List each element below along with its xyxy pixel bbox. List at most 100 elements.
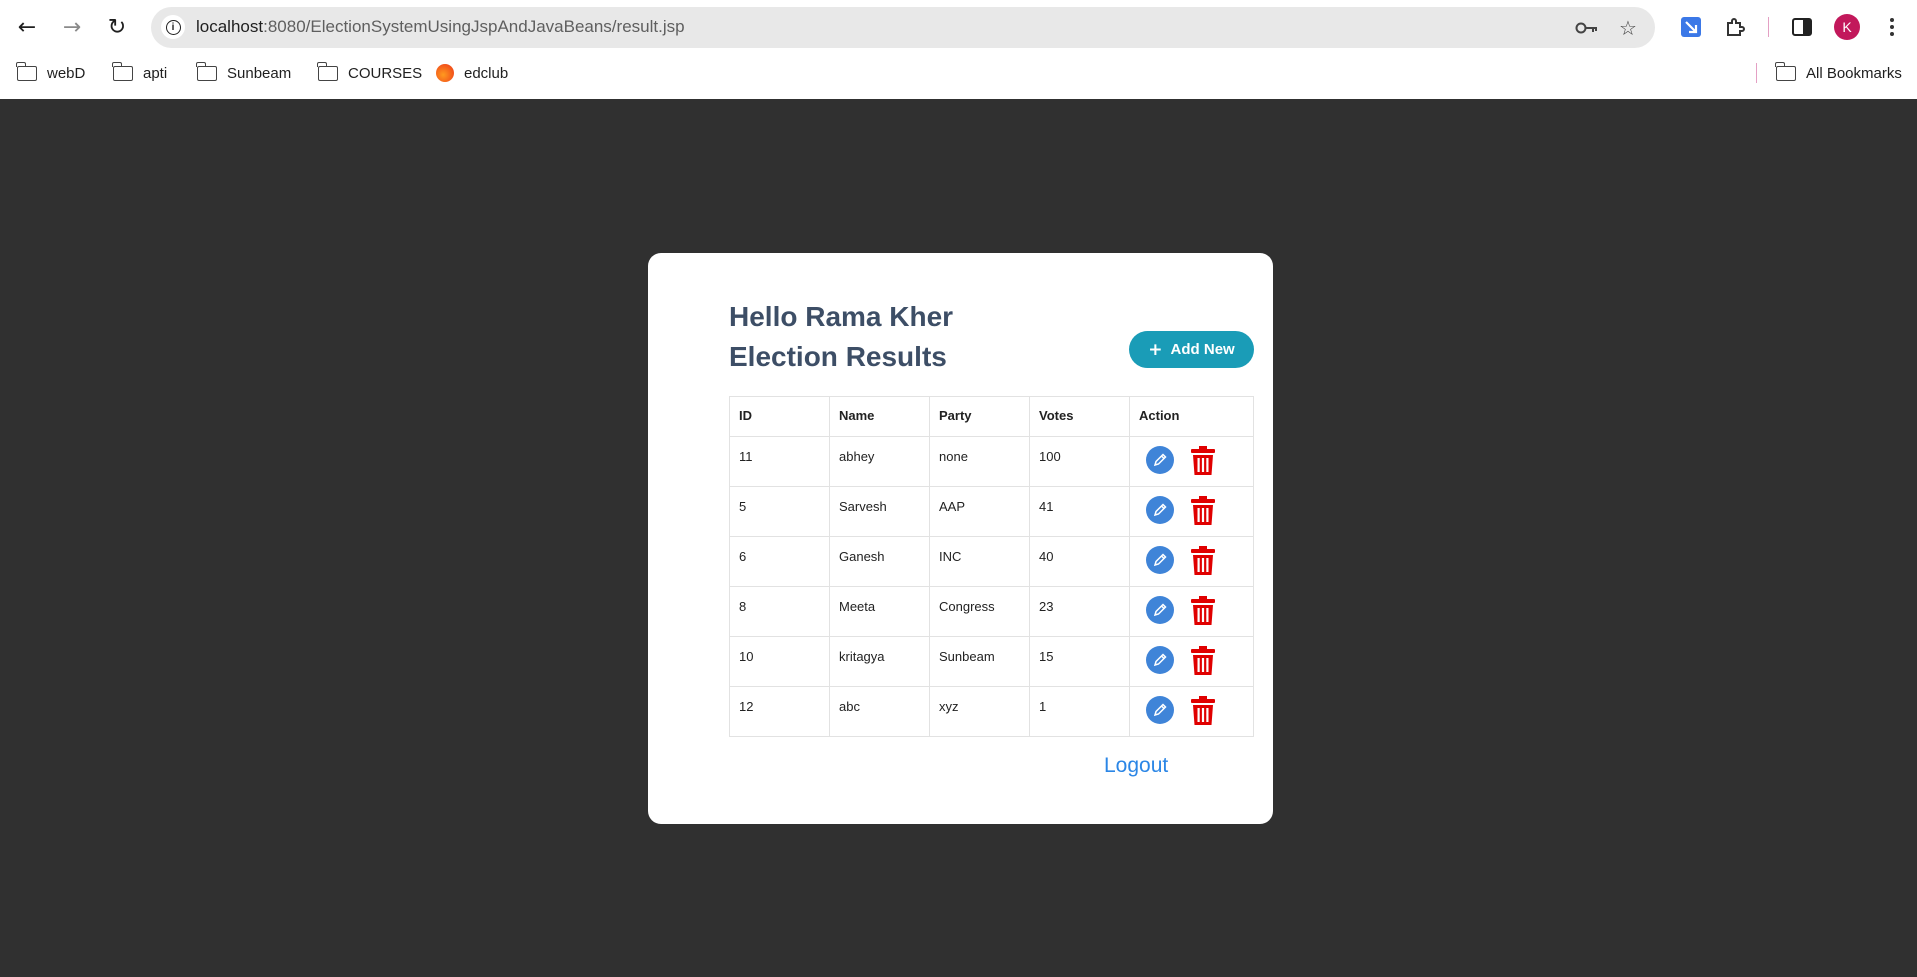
edit-pencil-icon[interactable] <box>1146 646 1174 674</box>
cell-party: AAP <box>929 486 1030 537</box>
toolbar-divider <box>1768 17 1769 37</box>
extension-cast-icon[interactable] <box>1675 11 1707 43</box>
cell-id: 5 <box>729 486 830 537</box>
url-text[interactable]: localhost:8080/ElectionSystemUsingJspAnd… <box>196 17 685 37</box>
edit-pencil-icon[interactable] <box>1146 446 1174 474</box>
cell-votes: 23 <box>1029 586 1130 637</box>
cell-party: Sunbeam <box>929 636 1030 687</box>
table-row: 11 abhey none 100 <box>729 436 1254 487</box>
site-info-icon[interactable]: i <box>161 15 185 39</box>
table-row: 8 Meeta Congress 23 <box>729 586 1254 637</box>
edit-pencil-icon[interactable] <box>1146 596 1174 624</box>
table-header-row: ID Name Party Votes Action <box>729 396 1254 437</box>
bookmark-label: COURSES <box>348 64 423 82</box>
bookmark-webd[interactable]: webD <box>16 61 86 85</box>
cell-name: Ganesh <box>829 536 930 587</box>
cell-name: abhey <box>829 436 930 487</box>
cell-id: 12 <box>729 686 830 737</box>
bookmark-label: apti <box>143 64 168 82</box>
delete-trash-icon[interactable] <box>1190 446 1216 476</box>
delete-trash-icon[interactable] <box>1190 496 1216 526</box>
cell-id: 8 <box>729 586 830 637</box>
cell-id: 11 <box>729 436 830 487</box>
table-row: 12 abc xyz 1 <box>729 686 1254 737</box>
edit-pencil-icon[interactable] <box>1146 496 1174 524</box>
folder-icon <box>1775 61 1796 81</box>
folder-icon <box>196 61 217 81</box>
edit-pencil-icon[interactable] <box>1146 696 1174 724</box>
bookmark-label: webD <box>47 64 86 82</box>
bookmarks-divider <box>1756 63 1757 83</box>
cell-votes: 41 <box>1029 486 1130 537</box>
cell-party: xyz <box>929 686 1030 737</box>
bookmark-label: edclub <box>464 64 509 82</box>
cell-votes: 1 <box>1029 686 1130 737</box>
cell-party: INC <box>929 536 1030 587</box>
table-row: 10 kritagya Sunbeam 15 <box>729 636 1254 687</box>
cell-action <box>1129 586 1254 637</box>
profile-avatar[interactable]: K <box>1834 14 1860 40</box>
cell-name: abc <box>829 686 930 737</box>
cell-action <box>1129 686 1254 737</box>
edclub-logo-icon <box>436 64 454 82</box>
browser-toolbar: ← → ↻ i localhost:8080/ElectionSystemUsi… <box>0 0 1917 54</box>
bookmark-sunbeam[interactable]: Sunbeam <box>196 61 292 85</box>
cell-action <box>1129 636 1254 687</box>
extensions-puzzle-icon[interactable] <box>1719 11 1751 43</box>
cell-votes: 40 <box>1029 536 1130 587</box>
page-title: Election Results <box>729 341 947 372</box>
bookmark-label: Sunbeam <box>227 64 292 82</box>
edit-pencil-icon[interactable] <box>1146 546 1174 574</box>
table-row: 5 Sarvesh AAP 41 <box>729 486 1254 537</box>
url-host: localhost <box>196 17 264 36</box>
bookmark-edclub[interactable]: edclub <box>436 61 508 85</box>
header-votes: Votes <box>1029 396 1130 437</box>
url-path: :8080/ElectionSystemUsingJspAndJavaBeans… <box>263 17 685 36</box>
cell-name: Meeta <box>829 586 930 637</box>
browser-menu-icon[interactable] <box>1878 13 1906 41</box>
add-new-label: Add New <box>1170 341 1235 358</box>
all-bookmarks-label: All Bookmarks <box>1806 64 1902 82</box>
folder-icon <box>16 61 37 81</box>
greeting-heading: Hello Rama Kher <box>729 301 954 332</box>
cell-action <box>1129 536 1254 587</box>
bookmark-star-icon[interactable]: ☆ <box>1614 14 1642 42</box>
all-bookmarks[interactable]: All Bookmarks <box>1775 61 1902 85</box>
back-icon[interactable]: ← <box>11 11 43 43</box>
cell-id: 6 <box>729 536 830 587</box>
delete-trash-icon[interactable] <box>1190 696 1216 726</box>
bookmarks-bar: webD apti Sunbeam COURSES edclub All Boo… <box>0 58 1917 88</box>
cell-votes: 15 <box>1029 636 1130 687</box>
results-card: Hello Rama Kher Election Results + Add N… <box>648 253 1273 824</box>
header-action: Action <box>1129 396 1254 437</box>
reload-icon[interactable]: ↻ <box>101 11 133 43</box>
header-party: Party <box>929 396 1030 437</box>
delete-trash-icon[interactable] <box>1190 596 1216 626</box>
cell-action <box>1129 436 1254 487</box>
header-name: Name <box>829 396 930 437</box>
bookmark-apti[interactable]: apti <box>112 61 168 85</box>
delete-trash-icon[interactable] <box>1190 546 1216 576</box>
results-table: ID Name Party Votes Action 11 abhey none 10… <box>729 396 1254 737</box>
cell-name: Sarvesh <box>829 486 930 537</box>
address-bar[interactable]: i localhost:8080/ElectionSystemUsingJspA… <box>151 7 1655 48</box>
cell-party: Congress <box>929 586 1030 637</box>
logout-link[interactable]: Logout <box>1104 754 1168 778</box>
table-row: 6 Ganesh INC 40 <box>729 536 1254 587</box>
side-panel-icon[interactable] <box>1786 11 1818 43</box>
cell-id: 10 <box>729 636 830 687</box>
folder-icon <box>112 61 133 81</box>
cell-action <box>1129 486 1254 537</box>
forward-icon[interactable]: → <box>56 11 88 43</box>
cell-votes: 100 <box>1029 436 1130 487</box>
cell-name: kritagya <box>829 636 930 687</box>
folder-icon <box>317 61 338 81</box>
password-key-icon[interactable] <box>1573 14 1601 42</box>
bookmark-courses[interactable]: COURSES <box>317 61 423 85</box>
plus-icon: + <box>1148 339 1163 360</box>
delete-trash-icon[interactable] <box>1190 646 1216 676</box>
browser-chrome: ← → ↻ i localhost:8080/ElectionSystemUsi… <box>0 0 1917 99</box>
add-new-button[interactable]: + Add New <box>1129 331 1254 368</box>
cell-party: none <box>929 436 1030 487</box>
header-id: ID <box>729 396 830 437</box>
